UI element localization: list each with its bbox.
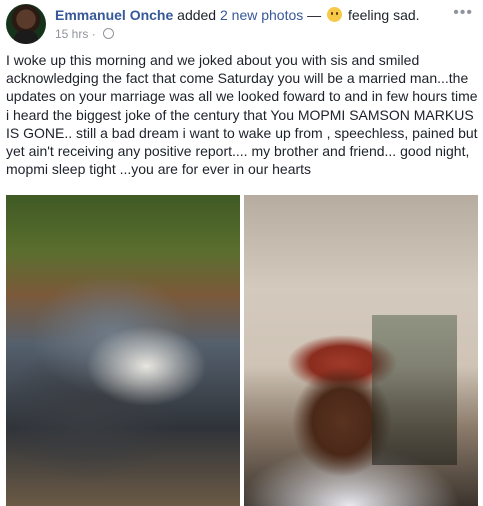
post-meta: 15 hrs · xyxy=(55,27,115,41)
meta-separator: · xyxy=(88,27,100,41)
post-title-line: Emmanuel Onche added 2 new photos — feel… xyxy=(55,7,420,23)
added-text: added xyxy=(173,7,220,23)
man-selfie-photo[interactable] xyxy=(244,195,478,506)
post-header: Emmanuel Onche added 2 new photos — feel… xyxy=(6,4,477,44)
author-name-link[interactable]: Emmanuel Onche xyxy=(55,7,173,23)
more-options-icon[interactable]: ••• xyxy=(453,4,473,22)
timestamp-link[interactable]: 15 hrs xyxy=(55,27,88,41)
crashed-car-photo[interactable] xyxy=(6,195,240,506)
globe-icon[interactable] xyxy=(103,28,115,39)
avatar[interactable] xyxy=(6,4,46,44)
feeling-text: feeling sad. xyxy=(344,7,420,23)
photos-link[interactable]: 2 new photos xyxy=(220,7,303,23)
dash-text: — xyxy=(303,7,326,23)
post-body-text: I woke up this morning and we joked abou… xyxy=(6,52,478,178)
sad-face-icon xyxy=(327,7,343,22)
